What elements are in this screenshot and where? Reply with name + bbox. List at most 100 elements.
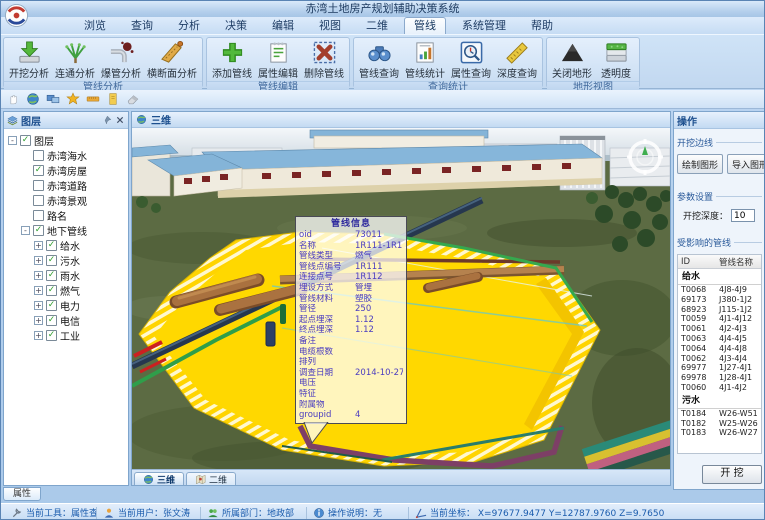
globe-button[interactable] bbox=[24, 91, 41, 107]
depth-input[interactable] bbox=[731, 209, 755, 222]
table-row[interactable]: T0183W26-W27 bbox=[678, 428, 761, 438]
tree-node[interactable]: +✓电力 bbox=[4, 298, 128, 313]
menu-tab[interactable]: 帮助 bbox=[522, 18, 562, 34]
table-row[interactable]: T00644J4-4J8 bbox=[678, 344, 761, 354]
layer-checkbox[interactable] bbox=[33, 210, 44, 221]
layer-checkbox[interactable]: ✓ bbox=[46, 255, 57, 266]
ribbon-button[interactable]: 透明度 bbox=[596, 39, 636, 80]
draw-shape-button[interactable]: 绘制图形 bbox=[677, 154, 723, 174]
tree-node[interactable]: +✓污水 bbox=[4, 253, 128, 268]
hand-tool-icon bbox=[6, 92, 20, 106]
eraser-button[interactable] bbox=[124, 91, 141, 107]
tree-node[interactable]: -✓图层 bbox=[4, 133, 128, 148]
ribbon-button[interactable]: 管线统计 bbox=[403, 39, 447, 80]
ribbon-button[interactable]: 属性编辑 bbox=[256, 39, 300, 80]
layer-checkbox[interactable]: ✓ bbox=[46, 270, 57, 281]
tree-expander-icon[interactable]: + bbox=[34, 286, 43, 295]
layer-checkbox[interactable]: ✓ bbox=[46, 285, 57, 296]
view-tab[interactable]: 三维 bbox=[134, 472, 184, 485]
table-row[interactable]: T00634J4-4J5 bbox=[678, 334, 761, 344]
tree-expander-icon[interactable]: + bbox=[34, 271, 43, 280]
table-row[interactable]: T00614J2-4J3 bbox=[678, 324, 761, 334]
table-row[interactable]: T0184W26-W51 bbox=[678, 409, 761, 419]
ribbon-button[interactable]: 属性查询 bbox=[449, 39, 493, 80]
layer-checkbox[interactable] bbox=[33, 195, 44, 206]
menu-tab[interactable]: 决策 bbox=[216, 18, 256, 34]
tree-node[interactable]: 赤湾景观 bbox=[4, 193, 128, 208]
status-segment: 当前用户：张文涛 bbox=[97, 507, 201, 519]
tree-node[interactable]: -✓地下管线 bbox=[4, 223, 128, 238]
layer-checkbox[interactable] bbox=[33, 150, 44, 161]
table-row[interactable]: 68923J115-1J2 bbox=[678, 305, 761, 315]
quick-toolbar bbox=[1, 90, 764, 109]
tree-node[interactable]: +✓电信 bbox=[4, 313, 128, 328]
ribbon-button[interactable]: 横断面分析 bbox=[145, 39, 199, 80]
dual-screen-button[interactable] bbox=[44, 91, 61, 107]
tree-expander-icon[interactable]: + bbox=[34, 301, 43, 310]
table-row[interactable]: T00684J8-4J9 bbox=[678, 285, 761, 295]
tree-expander-icon[interactable]: + bbox=[34, 241, 43, 250]
tree-node[interactable]: +✓雨水 bbox=[4, 268, 128, 283]
ribbon-button[interactable]: 开挖分析 bbox=[7, 39, 51, 80]
tree-expander-icon[interactable]: + bbox=[34, 256, 43, 265]
ribbon-button[interactable]: 添加管线 bbox=[210, 39, 254, 80]
table-row[interactable]: T00594J1-4J12 bbox=[678, 314, 761, 324]
ribbon-button[interactable]: 连通分析 bbox=[53, 39, 97, 80]
menu-tab[interactable]: 分析 bbox=[169, 18, 209, 34]
tree-node[interactable]: 赤湾海水 bbox=[4, 148, 128, 163]
ribbon-group: 开挖分析连通分析爆管分析横断面分析管线分析 bbox=[3, 37, 203, 88]
ribbon-button[interactable]: 管线查询 bbox=[357, 39, 401, 80]
tooltip-row: 排列 bbox=[296, 357, 406, 368]
layer-checkbox[interactable] bbox=[33, 180, 44, 191]
layer-checkbox[interactable]: ✓ bbox=[46, 315, 57, 326]
ribbon-button[interactable]: 删除管线 bbox=[302, 39, 346, 80]
layer-checkbox[interactable]: ✓ bbox=[46, 240, 57, 251]
menu-tab[interactable]: 系统管理 bbox=[453, 18, 515, 34]
tree-node[interactable]: +✓燃气 bbox=[4, 283, 128, 298]
attribute-query-icon bbox=[459, 40, 484, 65]
measure-button[interactable] bbox=[84, 91, 101, 107]
star-button[interactable] bbox=[64, 91, 81, 107]
bookmark-button[interactable] bbox=[104, 91, 121, 107]
layer-checkbox[interactable]: ✓ bbox=[33, 165, 44, 176]
menu-tab[interactable]: 二维 bbox=[357, 18, 397, 34]
tree-node[interactable]: ✓赤湾房屋 bbox=[4, 163, 128, 178]
import-shape-button[interactable]: 导入图形 bbox=[727, 154, 765, 174]
view-tab[interactable]: 二维 bbox=[186, 472, 236, 485]
ribbon-button[interactable]: 爆管分析 bbox=[99, 39, 143, 80]
tab-properties[interactable]: 属性 bbox=[3, 487, 41, 501]
menu-tab[interactable]: 浏览 bbox=[75, 18, 115, 34]
tooltip-title: 管线信息 bbox=[296, 218, 406, 230]
dig-button[interactable]: 开 挖 bbox=[702, 465, 762, 484]
tree-expander-icon[interactable]: - bbox=[8, 136, 17, 145]
tree-node[interactable]: 赤湾道路 bbox=[4, 178, 128, 193]
menu-tab[interactable]: 视图 bbox=[310, 18, 350, 34]
ribbon-button[interactable]: 关闭地形 bbox=[550, 39, 594, 80]
close-icon[interactable] bbox=[115, 115, 125, 125]
tree-expander-icon[interactable]: + bbox=[34, 316, 43, 325]
table-row[interactable]: T00624J3-4J4 bbox=[678, 354, 761, 364]
menu-tab[interactable]: 查询 bbox=[122, 18, 162, 34]
layer-checkbox[interactable]: ✓ bbox=[46, 330, 57, 341]
layer-checkbox[interactable]: ✓ bbox=[20, 135, 31, 146]
tree-expander-icon[interactable]: + bbox=[34, 331, 43, 340]
tree-node[interactable]: +✓给水 bbox=[4, 238, 128, 253]
viewport-header: 三维 bbox=[132, 112, 670, 128]
hand-tool-button[interactable] bbox=[4, 91, 21, 107]
layer-checkbox[interactable]: ✓ bbox=[33, 225, 44, 236]
layer-checkbox[interactable]: ✓ bbox=[46, 300, 57, 311]
menu-tab[interactable]: 管线 bbox=[404, 17, 446, 34]
table-row[interactable]: T00604J1-4J2 bbox=[678, 383, 761, 393]
menu-tab[interactable]: 编辑 bbox=[263, 18, 303, 34]
scene-3d[interactable]: 管线信息 oid73011名称1R111-1R112管线类型燃气管线点编号1R1… bbox=[132, 128, 670, 469]
column-pipeline-name: 管线名称 bbox=[717, 256, 761, 268]
table-row[interactable]: 699781J28-4J1 bbox=[678, 373, 761, 383]
tree-expander-icon[interactable]: - bbox=[21, 226, 30, 235]
ribbon-button[interactable]: 深度查询 bbox=[495, 39, 539, 80]
pin-icon[interactable] bbox=[102, 115, 112, 125]
table-row[interactable]: 69173J380-1J2 bbox=[678, 295, 761, 305]
table-row[interactable]: T0182W25-W26 bbox=[678, 419, 761, 429]
tree-node[interactable]: +✓工业 bbox=[4, 328, 128, 343]
table-row[interactable]: 699771J27-4J1 bbox=[678, 363, 761, 373]
tree-node[interactable]: 路名 bbox=[4, 208, 128, 223]
